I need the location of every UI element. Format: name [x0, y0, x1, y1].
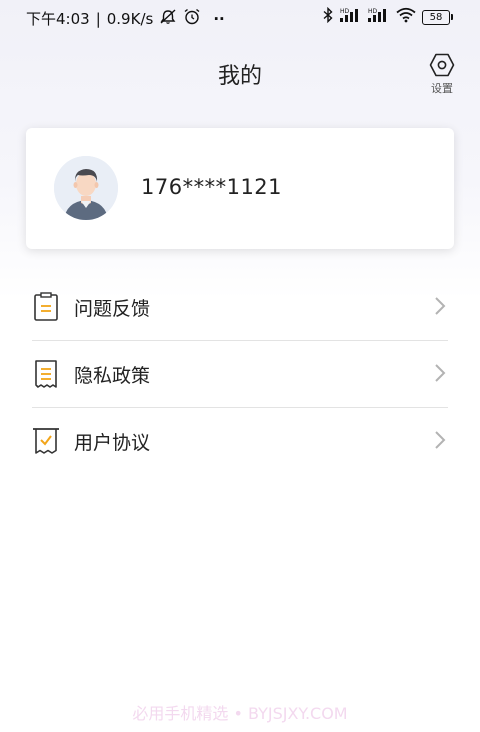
bluetooth-icon — [322, 6, 334, 27]
status-left: 下午4:03 | 0.9K/s ·· — [26, 8, 225, 29]
hd-signal-icon-1: HD — [340, 7, 362, 27]
chevron-right-icon — [434, 363, 446, 383]
more-dots: ·· — [213, 9, 225, 28]
menu-item-label: 用户协议 — [74, 432, 151, 454]
status-right: HD HD 58 — [322, 6, 453, 27]
battery-icon: 58 — [422, 9, 453, 25]
status-bar: 下午4:03 | 0.9K/s ·· HD HD 58 — [0, 0, 480, 34]
settings-button[interactable]: 设置 — [424, 52, 460, 96]
user-agreement-icon — [32, 426, 60, 456]
status-time: 下午4:03 — [26, 10, 90, 28]
menu-item-user-agreement[interactable]: 用户协议 — [32, 408, 448, 474]
privacy-policy-icon — [32, 359, 60, 389]
mute-icon — [159, 8, 177, 29]
page-title: 我的 — [217, 64, 262, 89]
network-speed: 0.9K/s — [106, 9, 154, 28]
phone-number: 176****1121 — [141, 175, 283, 199]
menu-item-feedback[interactable]: 问题反馈 — [32, 274, 448, 341]
feedback-icon — [32, 292, 60, 322]
avatar-person-icon — [54, 156, 118, 220]
avatar[interactable] — [54, 156, 118, 220]
status-separator: | — [95, 9, 101, 28]
wifi-icon — [396, 7, 416, 27]
settings-hexagon-icon — [424, 52, 460, 78]
menu-list: 问题反馈 隐私政策 用户协议 — [32, 274, 448, 474]
chevron-right-icon — [434, 296, 446, 316]
menu-item-label: 隐私政策 — [74, 365, 151, 387]
menu-item-privacy-policy[interactable]: 隐私政策 — [32, 341, 448, 408]
hd-signal-icon-2: HD — [368, 7, 390, 27]
menu-item-label: 问题反馈 — [74, 298, 151, 320]
svg-text:HD: HD — [368, 8, 378, 15]
profile-card[interactable]: 176****1121 — [26, 128, 454, 249]
settings-label: 设置 — [431, 82, 453, 95]
chevron-right-icon — [434, 430, 446, 450]
watermark: 必用手机精选 • BYJSJXY.COM — [132, 704, 348, 723]
svg-text:HD: HD — [340, 8, 350, 15]
alarm-icon — [183, 8, 201, 29]
